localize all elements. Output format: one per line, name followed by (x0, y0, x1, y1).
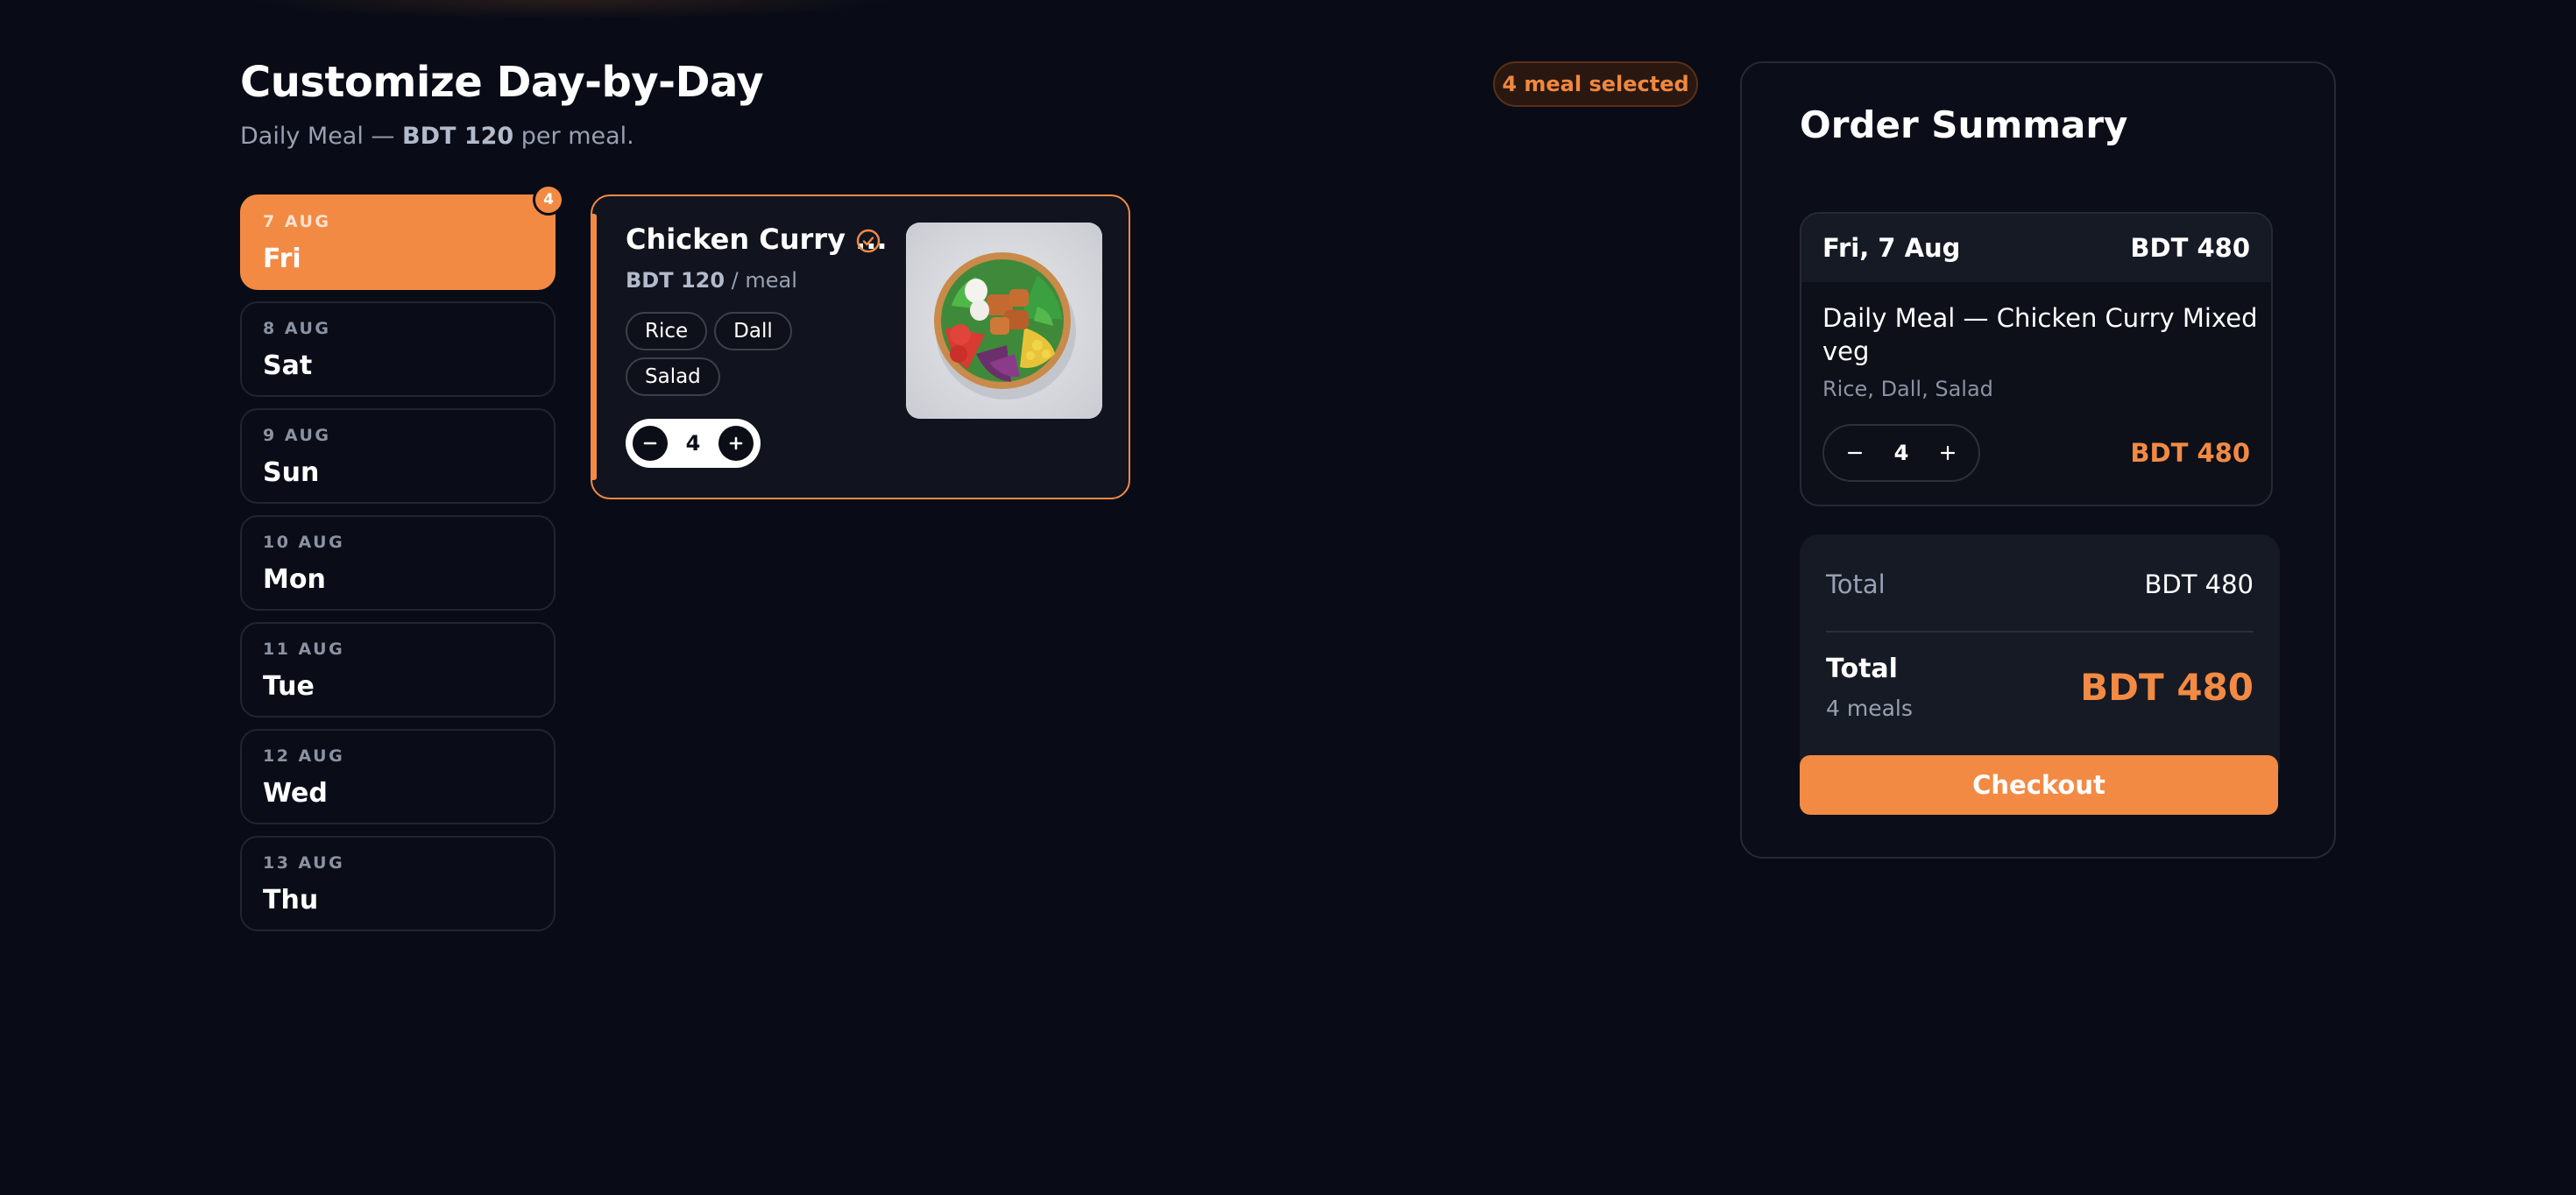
day-name: Mon (263, 564, 326, 595)
decrease-quantity-button[interactable] (633, 426, 668, 461)
order-decrease-button[interactable] (1842, 440, 1868, 466)
subtotal-value: BDT 480 (2144, 569, 2254, 599)
meal-image (906, 223, 1102, 419)
day-card-sat[interactable]: 8 AUG Sat (240, 301, 556, 397)
day-date: 11 AUG (263, 640, 345, 659)
meal-tags: Rice Dall Salad (626, 312, 888, 396)
day-card-wed[interactable]: 12 AUG Wed (240, 729, 556, 824)
order-item-quantity-stepper: 4 (1822, 424, 1980, 482)
grand-total-value: BDT 480 (2080, 666, 2254, 709)
checkout-button[interactable]: Checkout (1800, 755, 2278, 815)
meals-selected-badge: 4 meal selected (1493, 61, 1698, 107)
day-card-thu[interactable]: 13 AUG Thu (240, 836, 556, 931)
day-date: 10 AUG (263, 533, 345, 552)
day-date: 8 AUG (263, 319, 331, 338)
increase-quantity-button[interactable] (718, 426, 754, 461)
day-name: Thu (263, 885, 319, 916)
order-item-price: BDT 480 (2130, 438, 2250, 468)
subtitle-suffix: per meal. (513, 123, 634, 150)
order-item-day: Fri, 7 Aug (1822, 233, 1961, 263)
page-subtitle: Daily Meal — BDT 120 per meal. (240, 123, 634, 150)
salad-bowl-image (906, 223, 1102, 419)
day-date: 13 AUG (263, 853, 345, 873)
day-name: Tue (263, 671, 315, 702)
plus-icon (1940, 445, 1956, 461)
meal-tag: Rice (626, 312, 708, 350)
subtitle-price: BDT 120 (402, 123, 514, 150)
subtitle-prefix: Daily Meal — (240, 123, 403, 150)
meal-name: Chicken Curry ... (626, 223, 888, 256)
grand-total-meal-count: 4 meals (1826, 696, 1913, 721)
minus-icon (643, 442, 657, 445)
subtotal-row: Total BDT 480 (1826, 562, 2254, 606)
plus-icon (729, 436, 743, 450)
order-item-header: Fri, 7 Aug BDT 480 (1801, 214, 2271, 282)
order-summary-title: Order Summary (1800, 103, 2128, 146)
page-title: Customize Day-by-Day (240, 58, 764, 107)
day-list: 7 AUG Fri 4 8 AUG Sat 9 AUG Sun 10 AUG M… (240, 184, 564, 943)
subtotal-label: Total (1826, 569, 1886, 599)
order-summary-panel: Order Summary Fri, 7 Aug BDT 480 Daily M… (1740, 61, 2336, 859)
day-date: 9 AUG (263, 426, 331, 445)
order-item-sides: Rice, Dall, Salad (1822, 377, 1993, 401)
order-item: Fri, 7 Aug BDT 480 Daily Meal — Chicken … (1800, 212, 2273, 506)
meal-tag: Salad (626, 357, 720, 396)
grand-total-label: Total (1826, 654, 1898, 684)
day-name: Fri (263, 244, 301, 274)
order-item-day-total: BDT 480 (2130, 233, 2250, 263)
day-name: Sat (263, 350, 313, 381)
day-name: Wed (263, 778, 328, 809)
meal-card-accent (592, 214, 597, 480)
meal-price-value: BDT 120 (626, 268, 725, 293)
day-card-mon[interactable]: 10 AUG Mon (240, 515, 556, 611)
day-date: 7 AUG (263, 212, 331, 231)
order-increase-button[interactable] (1935, 440, 1961, 466)
day-date: 12 AUG (263, 746, 345, 766)
meal-quantity-value: 4 (685, 431, 701, 456)
check-circle-icon (856, 229, 881, 253)
totals-box: Total BDT 480 Total 4 meals BDT 480 (1800, 534, 2280, 787)
day-card-sun[interactable]: 9 AUG Sun (240, 408, 556, 504)
meal-price: BDT 120 / meal (626, 268, 797, 293)
meal-card[interactable]: Chicken Curry ... BDT 120 / meal Rice Da… (591, 194, 1130, 499)
meal-price-unit: / meal (725, 268, 797, 293)
meal-tag: Dall (714, 312, 792, 350)
minus-icon (1847, 451, 1863, 455)
order-item-quantity-value: 4 (1893, 441, 1909, 465)
meal-quantity-stepper: 4 (626, 419, 761, 468)
day-card-fri[interactable]: 7 AUG Fri 4 (240, 184, 564, 290)
day-meal-count-badge: 4 (533, 184, 564, 216)
day-name: Sun (263, 457, 320, 488)
totals-divider (1826, 631, 2254, 633)
day-card-tue[interactable]: 11 AUG Tue (240, 622, 556, 718)
top-glow (245, 0, 894, 19)
order-item-name: Daily Meal — Chicken Curry Mixed veg (1822, 303, 2258, 366)
